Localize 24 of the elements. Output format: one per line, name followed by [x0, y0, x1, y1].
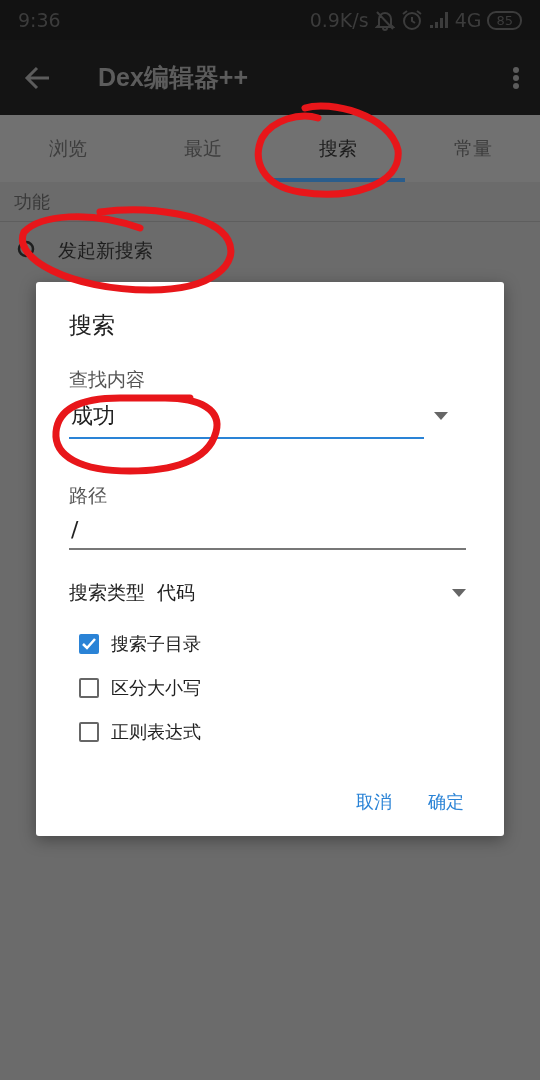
checkbox-label: 搜索子目录: [111, 632, 201, 656]
more-options-button[interactable]: [512, 65, 520, 90]
dropdown-caret-icon[interactable]: [434, 412, 448, 420]
field-label: 搜索类型: [69, 580, 145, 605]
menu-item[interactable]: 发起新搜索: [0, 222, 540, 280]
back-button[interactable]: [24, 65, 50, 90]
path-input-field[interactable]: /: [69, 509, 466, 550]
checkbox[interactable]: [79, 634, 99, 654]
checkbox[interactable]: [79, 722, 99, 742]
search-input-field[interactable]: 成功: [69, 393, 424, 439]
dialog-button[interactable]: 取消: [352, 782, 396, 822]
signal-icon: [428, 11, 449, 29]
dropdown-caret-icon[interactable]: [452, 589, 466, 597]
dialog-button[interactable]: 确定: [424, 782, 468, 822]
checkbox[interactable]: [79, 678, 99, 698]
field-label: 查找内容: [69, 367, 146, 392]
bell-off-icon: [374, 9, 395, 31]
app-title: Dex编辑器++: [98, 62, 250, 93]
checkbox-label: 正则表达式: [111, 720, 201, 744]
checkbox-label: 区分大小写: [111, 676, 201, 700]
alarm-icon: [400, 9, 423, 31]
dropdown-value[interactable]: 代码: [157, 580, 452, 606]
dialog-title: 搜索: [69, 311, 116, 340]
field-label: 路径: [69, 483, 108, 508]
